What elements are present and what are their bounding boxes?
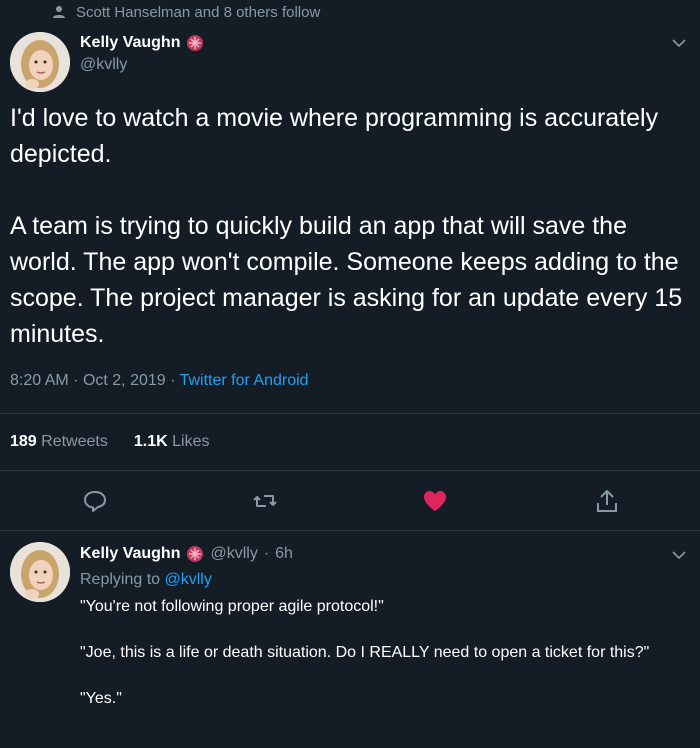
tweet-time[interactable]: 8:20 AM bbox=[10, 372, 69, 389]
avatar[interactable] bbox=[10, 542, 70, 602]
meta-separator: · bbox=[170, 372, 176, 389]
divider bbox=[0, 530, 700, 531]
chevron-down-icon[interactable] bbox=[670, 34, 688, 52]
likes-stat[interactable]: 1.1K Likes bbox=[134, 433, 210, 451]
tweet-paragraph: A team is trying to quickly build an app… bbox=[10, 212, 683, 348]
reply-author-name[interactable]: Kelly Vaughn bbox=[80, 545, 180, 563]
reply-button[interactable] bbox=[80, 488, 110, 518]
author-handle[interactable]: @kvlly bbox=[80, 56, 204, 74]
share-icon bbox=[594, 488, 620, 519]
replying-to-prefix: Replying to bbox=[80, 571, 161, 588]
tweet-stats: 189 Retweets 1.1K Likes bbox=[10, 433, 209, 451]
tweet-client[interactable]: Twitter for Android bbox=[180, 372, 309, 389]
retweets-stat[interactable]: 189 Retweets bbox=[10, 433, 108, 451]
reply-icon bbox=[82, 488, 108, 519]
replying-to: Replying to @kvlly bbox=[80, 571, 680, 589]
tweet-actions bbox=[0, 488, 700, 518]
like-button[interactable] bbox=[420, 488, 450, 518]
reply-line: "You're not following proper agile proto… bbox=[80, 598, 384, 615]
tweet-date[interactable]: Oct 2, 2019 bbox=[83, 372, 166, 389]
author-name[interactable]: Kelly Vaughn bbox=[80, 34, 180, 52]
social-context[interactable]: Scott Hanselman and 8 others follow bbox=[52, 2, 320, 22]
divider bbox=[0, 413, 700, 414]
reply-tweet[interactable]: Kelly Vaughn @kvlly · 6h Replying to @kv… bbox=[80, 545, 680, 711]
reply-author-handle[interactable]: @kvlly bbox=[210, 545, 257, 563]
retweets-label: Retweets bbox=[41, 433, 108, 450]
reply-header: Kelly Vaughn @kvlly · 6h bbox=[80, 545, 680, 563]
tweet-paragraph: I'd love to watch a movie where programm… bbox=[10, 104, 659, 168]
retweet-button[interactable] bbox=[250, 488, 280, 518]
heart-icon bbox=[422, 488, 448, 519]
likes-count: 1.1K bbox=[133, 433, 168, 450]
share-button[interactable] bbox=[592, 488, 622, 518]
replying-to-mention[interactable]: @kvlly bbox=[165, 571, 212, 588]
tweet-text: I'd love to watch a movie where programm… bbox=[10, 100, 686, 352]
retweet-icon bbox=[252, 488, 278, 519]
reply-separator: · bbox=[263, 545, 270, 562]
reply-line: "Yes." bbox=[80, 690, 122, 707]
person-icon bbox=[52, 5, 66, 19]
reply-text: "You're not following proper agile proto… bbox=[80, 595, 680, 711]
tweet-meta: 8:20 AM · Oct 2, 2019 · Twitter for Andr… bbox=[10, 372, 309, 390]
reply-time[interactable]: 6h bbox=[275, 545, 293, 563]
badge-icon bbox=[186, 545, 204, 563]
badge-icon bbox=[186, 34, 204, 52]
meta-separator: · bbox=[73, 372, 79, 389]
social-context-text: Scott Hanselman and 8 others follow bbox=[76, 3, 321, 21]
retweets-count: 189 bbox=[10, 433, 37, 450]
avatar[interactable] bbox=[10, 32, 70, 92]
reply-line: "Joe, this is a life or death situation.… bbox=[80, 644, 650, 661]
divider bbox=[0, 470, 700, 471]
likes-label: Likes bbox=[172, 433, 210, 450]
tweet-author[interactable]: Kelly Vaughn @kvlly bbox=[80, 34, 204, 74]
